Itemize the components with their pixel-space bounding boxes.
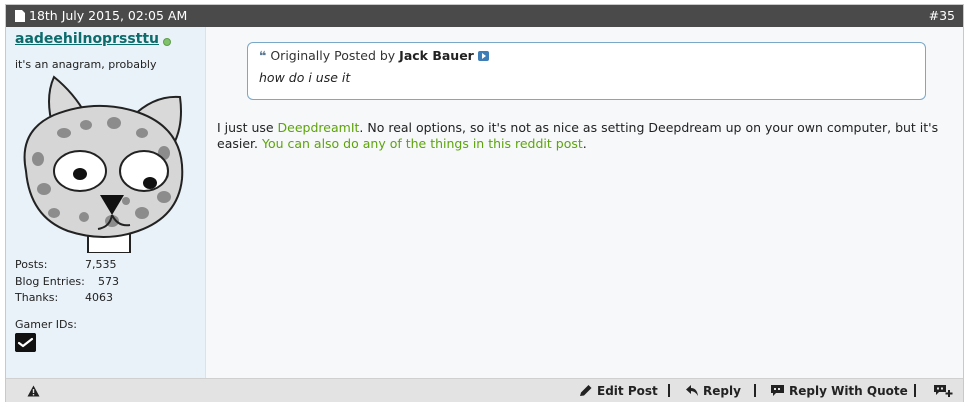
user-stats: Posts: 7,535 Blog Entries: 573 Thanks: 4… xyxy=(15,257,119,307)
quote-prefix: Originally Posted by xyxy=(270,48,396,63)
multi-quote-icon[interactable] xyxy=(933,384,953,398)
stat-value: 7,535 xyxy=(85,258,117,271)
divider xyxy=(754,384,756,397)
post-date: 18th July 2015, 02:05 AM xyxy=(29,8,188,23)
gamer-ids-label: Gamer IDs: xyxy=(15,318,77,331)
pencil-icon xyxy=(580,385,592,396)
post-message: I just use DeepdreamIt. No real options,… xyxy=(217,120,957,152)
quote-text: how do i use it xyxy=(259,70,351,85)
stat-label: Thanks: xyxy=(15,291,59,304)
reply-arrow-icon xyxy=(686,385,698,396)
stat-label: Posts: xyxy=(15,258,48,271)
view-post-icon[interactable] xyxy=(477,51,489,61)
user-info-panel: aadeehilnoprssttu it's an anagram, proba… xyxy=(6,27,206,378)
forum-post: 18th July 2015, 02:05 AM #35 aadeehilnop… xyxy=(5,4,964,402)
stat-value: 573 xyxy=(98,274,119,288)
quote-bubble-icon xyxy=(771,385,784,396)
document-icon xyxy=(15,10,25,22)
avatar[interactable] xyxy=(14,71,186,253)
online-status-icon xyxy=(163,38,171,46)
stat-posts: Posts: 7,535 xyxy=(15,257,117,274)
username-link[interactable]: aadeehilnoprssttu xyxy=(15,31,159,47)
quote-box: ❝ Originally Posted by Jack Bauer how do … xyxy=(247,42,926,100)
edit-post-label: Edit Post xyxy=(597,384,658,398)
edit-post-button[interactable]: Edit Post xyxy=(579,384,658,398)
deepdreamit-link[interactable]: DeepdreamIt xyxy=(278,120,360,135)
quote-author: Jack Bauer xyxy=(399,48,474,63)
post-header: 18th July 2015, 02:05 AM #35 xyxy=(6,5,963,27)
reply-button[interactable]: Reply xyxy=(685,384,741,398)
stat-blog-entries: Blog Entries: 573 xyxy=(15,274,119,291)
steam-icon[interactable] xyxy=(15,333,36,352)
reply-with-quote-button[interactable]: Reply With Quote xyxy=(770,384,908,398)
divider xyxy=(668,384,670,397)
report-warning-icon[interactable] xyxy=(27,385,40,397)
stat-thanks: Thanks: 4063 xyxy=(15,290,113,307)
post-number-link[interactable]: #35 xyxy=(929,8,955,23)
stat-label: Blog Entries: xyxy=(15,274,85,288)
reply-label: Reply xyxy=(703,384,741,398)
reddit-post-link[interactable]: You can also do any of the things in thi… xyxy=(262,136,583,151)
quote-marks-icon: ❝ xyxy=(259,48,267,63)
quote-header: ❝ Originally Posted by Jack Bauer xyxy=(259,48,489,63)
message-text: . xyxy=(582,136,587,151)
divider xyxy=(914,384,916,397)
stat-value: 4063 xyxy=(85,291,113,304)
reply-with-quote-label: Reply With Quote xyxy=(789,384,908,398)
post-footer: Edit Post Reply Reply With Quote xyxy=(6,378,963,402)
message-text: I just use xyxy=(217,120,278,135)
user-title: it's an anagram, probably xyxy=(15,58,157,71)
